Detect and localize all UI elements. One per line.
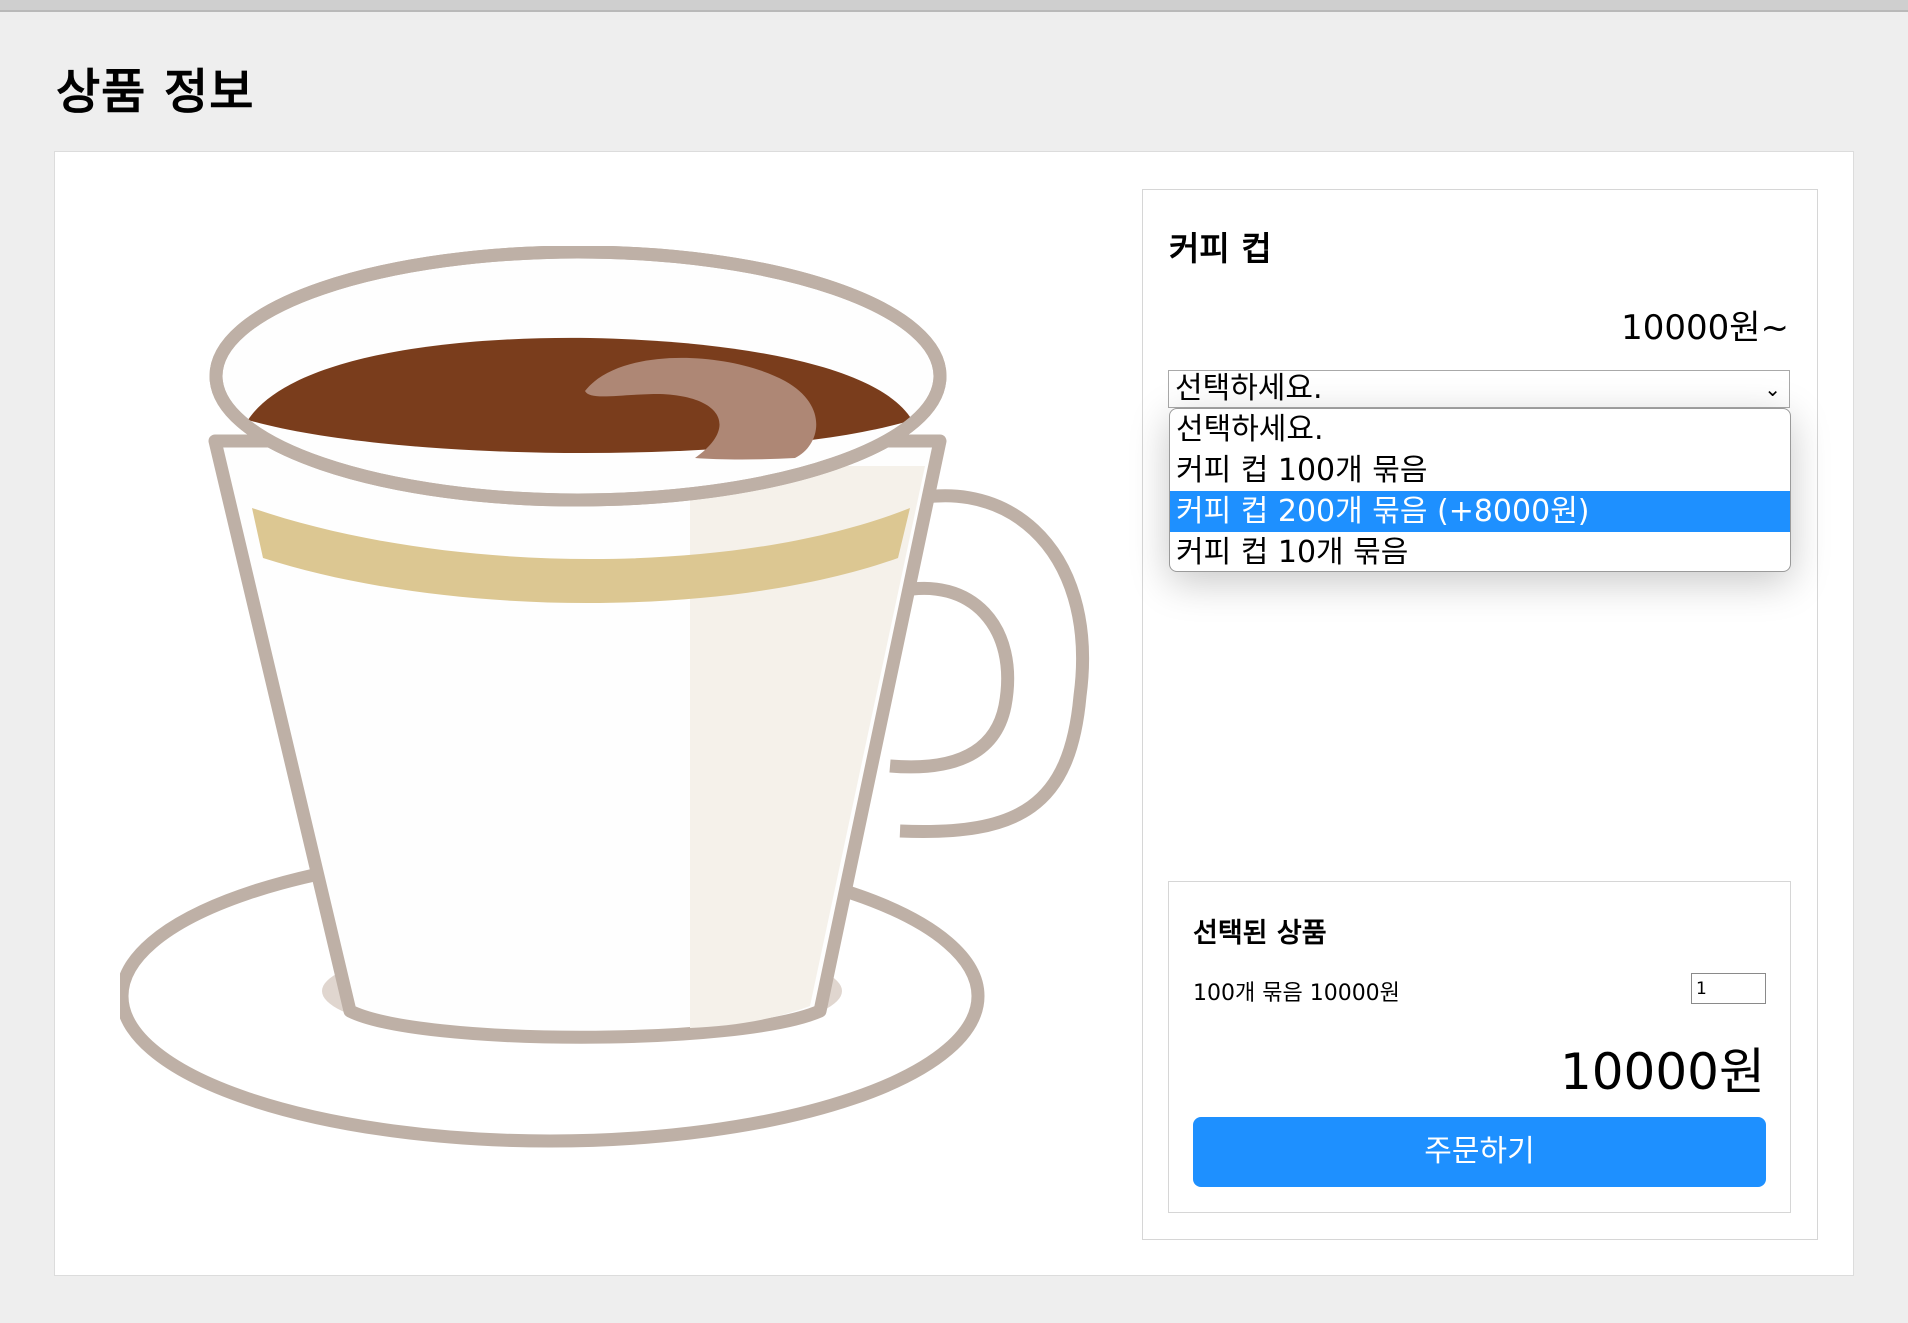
option-select[interactable]: 선택하세요. ⌄: [1168, 370, 1790, 408]
option-dropdown-list: 선택하세요. 커피 컵 100개 묶음 커피 컵 200개 묶음 (+8000원…: [1169, 408, 1791, 572]
product-price: 10000원~: [1621, 308, 1789, 348]
order-button[interactable]: 주문하기: [1193, 1117, 1766, 1187]
quantity-input[interactable]: [1691, 973, 1766, 1004]
selected-product-title: 선택된 상품: [1193, 918, 1327, 949]
product-image: [115, 245, 1100, 1176]
page-title: 상품 정보: [56, 64, 255, 120]
option-item-highlighted[interactable]: 커피 컵 200개 묶음 (+8000원): [1170, 491, 1790, 532]
option-item[interactable]: 커피 컵 100개 묶음: [1170, 450, 1790, 491]
option-item[interactable]: 선택하세요.: [1170, 409, 1790, 450]
product-name: 커피 컵: [1169, 229, 1272, 268]
option-item[interactable]: 커피 컵 10개 묶음: [1170, 532, 1790, 571]
total-price: 10000원: [1559, 1043, 1765, 1101]
chevron-down-icon: ⌄: [1764, 377, 1781, 401]
coffee-cup-illustration-icon: [115, 245, 1090, 1148]
selected-item-label: 100개 묶음 10000원: [1193, 981, 1400, 1006]
option-select-value: 선택하세요.: [1175, 371, 1323, 406]
browser-top-bar: [0, 0, 1908, 12]
